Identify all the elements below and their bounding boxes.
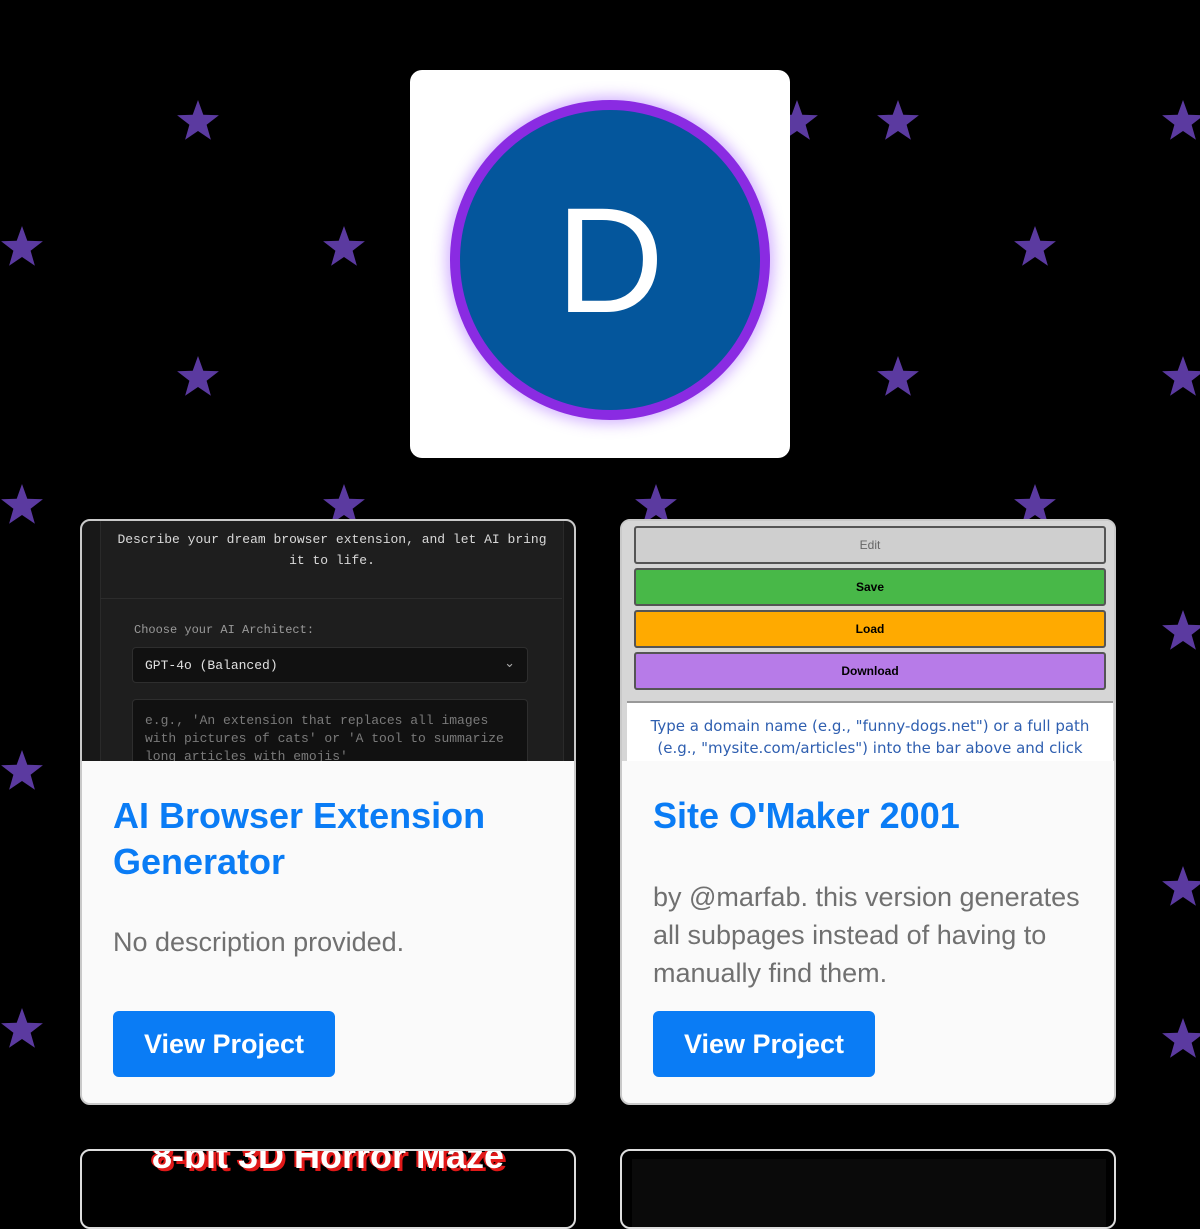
star-icon xyxy=(1162,100,1200,140)
star-icon xyxy=(1014,226,1056,266)
star-icon xyxy=(635,484,677,524)
star-icon xyxy=(177,100,219,140)
project-description: No description provided. xyxy=(113,927,405,957)
project-card[interactable]: 8-bit 3D Horror Maze xyxy=(80,1149,576,1229)
star-icon xyxy=(1162,1018,1200,1058)
project-card: Edit Save Load Download Type a domain na… xyxy=(620,519,1116,1105)
chevron-down-icon: ⌄ xyxy=(504,656,515,671)
avatar-initial: D xyxy=(555,176,665,344)
star-icon xyxy=(177,356,219,396)
project-title[interactable]: Site O'Maker 2001 xyxy=(653,793,1073,839)
star-icon xyxy=(877,356,919,396)
project-card[interactable] xyxy=(620,1149,1116,1229)
project-description: by @marfab. this version generates all s… xyxy=(653,882,1080,988)
thumbnail-model-select: GPT-4o (Balanced) ⌄ xyxy=(132,647,528,683)
star-icon xyxy=(1014,484,1056,524)
avatar[interactable]: D xyxy=(450,100,770,420)
thumbnail-choose-label: Choose your AI Architect: xyxy=(134,623,315,637)
thumbnail-title: 8-bit 3D Horror Maze xyxy=(151,1149,505,1176)
thumbnail-intro: Describe your dream browser extension, a… xyxy=(117,532,547,568)
thumbnail-hint: Type a domain name (e.g., "funny-dogs.ne… xyxy=(627,701,1113,761)
star-icon xyxy=(877,100,919,140)
star-icon xyxy=(323,226,365,266)
star-icon xyxy=(1,226,43,266)
star-icon xyxy=(1,750,43,790)
project-title[interactable]: AI Browser Extension Generator xyxy=(113,793,533,885)
thumbnail-textarea: e.g., 'An extension that replaces all im… xyxy=(132,699,528,761)
star-icon xyxy=(1,484,43,524)
star-icon xyxy=(323,484,365,524)
thumbnail-divider xyxy=(100,598,562,599)
project-thumbnail xyxy=(632,1159,1106,1227)
profile-card: D xyxy=(410,70,790,458)
thumbnail-edit-button: Edit xyxy=(634,526,1106,564)
thumbnail-save-button: Save xyxy=(634,568,1106,606)
view-project-button[interactable]: View Project xyxy=(113,1011,335,1077)
thumbnail-load-button: Load xyxy=(634,610,1106,648)
star-icon xyxy=(1162,356,1200,396)
project-thumbnail[interactable]: Edit Save Load Download Type a domain na… xyxy=(622,521,1114,761)
view-project-button[interactable]: View Project xyxy=(653,1011,875,1077)
star-icon xyxy=(1162,610,1200,650)
project-card: Describe your dream browser extension, a… xyxy=(80,519,576,1105)
star-icon xyxy=(1,1008,43,1048)
project-thumbnail[interactable]: Describe your dream browser extension, a… xyxy=(82,521,574,761)
thumbnail-select-value: GPT-4o (Balanced) xyxy=(145,658,278,673)
thumbnail-download-button: Download xyxy=(634,652,1106,690)
star-icon xyxy=(1162,866,1200,906)
